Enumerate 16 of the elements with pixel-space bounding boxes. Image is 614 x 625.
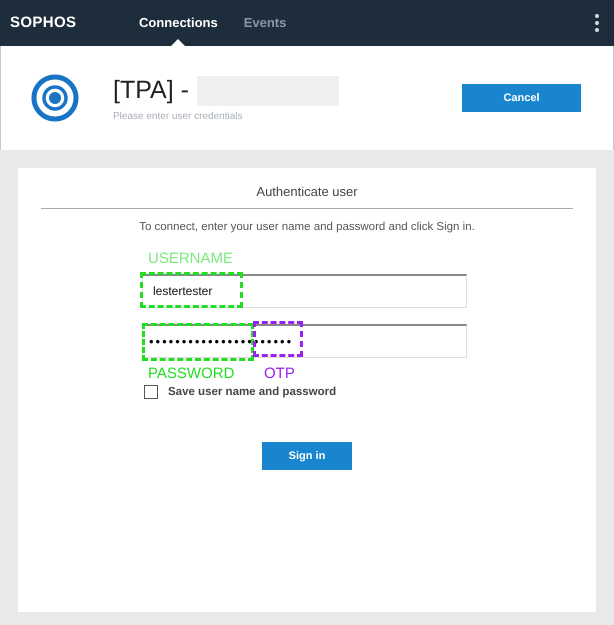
connection-title: [TPA] - <box>113 74 189 106</box>
username-field[interactable]: lestertester <box>142 274 467 308</box>
more-menu-icon[interactable] <box>593 12 601 34</box>
annotation-label: OTP <box>264 364 295 384</box>
sign-in-button[interactable]: Sign in <box>262 442 352 470</box>
subtitle: Please enter user credentials <box>113 110 244 124</box>
sophos-logo: SOPHOS <box>10 12 78 33</box>
cancel-button[interactable]: Cancel <box>462 84 581 112</box>
form-title: Authenticate user <box>256 183 358 201</box>
annotation-label: PASSWORD <box>148 364 234 384</box>
nav-tab[interactable]: Events <box>244 0 286 46</box>
annotation-label: USERNAME <box>148 248 234 269</box>
save-checkbox-label: Save user name and password <box>168 384 336 400</box>
instructions: To connect, enter your user name and password and click Sign in. <box>139 220 475 234</box>
save-checkbox[interactable] <box>144 385 158 400</box>
target-logo-icon <box>31 74 79 122</box>
